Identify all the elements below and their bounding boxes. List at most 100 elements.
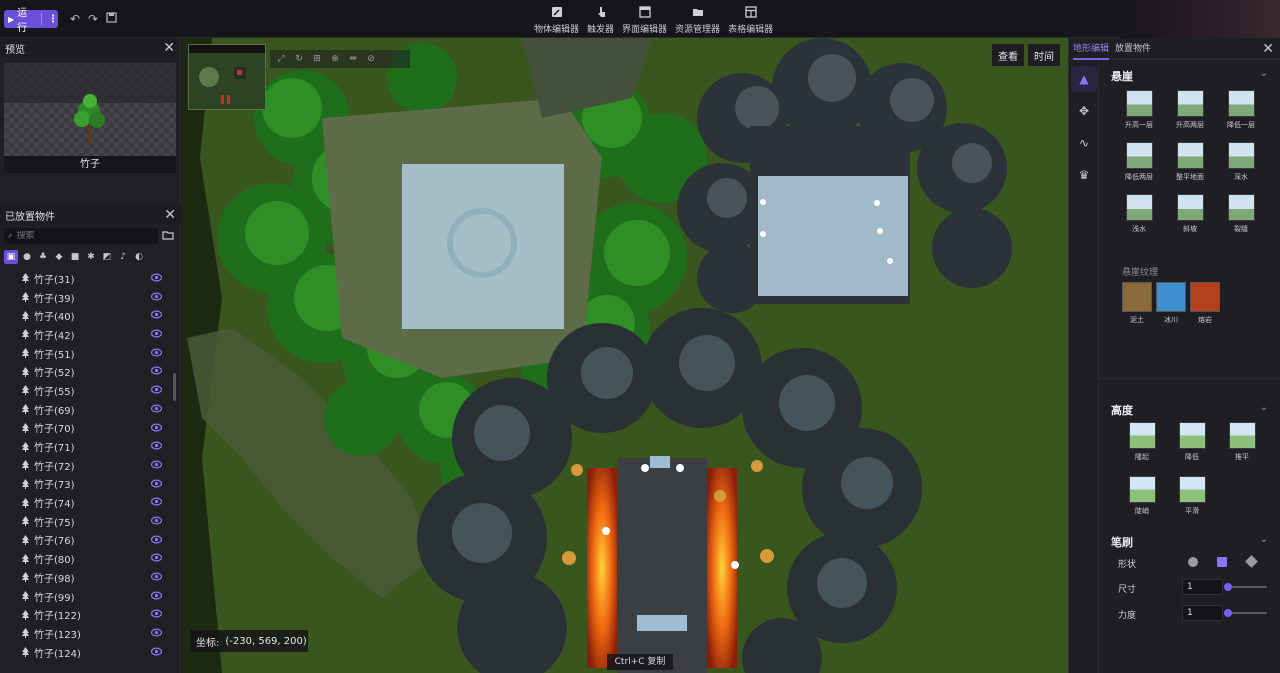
eye-icon[interactable] <box>150 553 163 562</box>
height-tool-button[interactable]: 隆起 <box>1120 422 1164 462</box>
list-item[interactable]: 竹子(122) <box>0 605 172 624</box>
move-icon[interactable]: ✥ <box>1071 98 1097 124</box>
effect-filter-icon[interactable]: ✱ <box>84 250 98 264</box>
cliff-tool-button[interactable]: 浅水 <box>1117 194 1161 234</box>
tree-filter-icon[interactable]: ♣ <box>36 250 50 264</box>
eye-icon[interactable] <box>150 497 163 506</box>
fullscreen-icon[interactable]: ⤢ <box>274 52 288 66</box>
list-item[interactable]: 竹子(71) <box>0 437 172 456</box>
eye-icon[interactable] <box>150 441 163 450</box>
hide-icon[interactable]: ⊘ <box>364 52 378 66</box>
list-scrollbar[interactable] <box>173 373 176 401</box>
undo-icon[interactable]: ↶ <box>68 12 82 26</box>
search-input[interactable] <box>16 231 137 241</box>
height-tool-button[interactable]: 平滑 <box>1170 476 1214 516</box>
light-filter-icon[interactable]: ◐ <box>132 250 146 264</box>
eye-icon[interactable] <box>150 479 163 488</box>
folder-icon[interactable] <box>162 229 174 241</box>
save-icon[interactable] <box>104 12 118 26</box>
eye-icon[interactable] <box>150 609 163 618</box>
list-item[interactable]: 竹子(73) <box>0 475 172 494</box>
slider-knob[interactable] <box>1224 583 1232 591</box>
list-item[interactable]: 竹子(70) <box>0 419 172 438</box>
diamond-shape-icon[interactable] <box>1245 555 1258 568</box>
cliff-tool-button[interactable]: 斜坡 <box>1168 194 1212 234</box>
tab-terrain-edit[interactable]: 地形编辑 <box>1073 38 1110 60</box>
close-icon[interactable]: ✕ <box>1262 41 1274 57</box>
chevron-down-icon[interactable]: ⌄ <box>1260 68 1268 79</box>
redo-icon[interactable]: ↷ <box>86 12 100 26</box>
list-item[interactable]: 竹子(75) <box>0 512 172 531</box>
list-item[interactable]: 竹子(123) <box>0 624 172 643</box>
strength-input[interactable]: 1 <box>1182 605 1223 621</box>
height-tool-button[interactable]: 降低 <box>1170 422 1214 462</box>
slider-knob[interactable] <box>1224 609 1232 617</box>
table-editor-button[interactable]: 表格编辑器 <box>724 2 777 35</box>
eye-icon[interactable] <box>150 404 163 413</box>
list-item[interactable]: 竹子(99) <box>0 587 172 606</box>
eye-icon[interactable] <box>150 628 163 637</box>
crown-icon[interactable]: ♛ <box>1071 162 1097 188</box>
mountain-icon[interactable]: ▲ <box>1071 66 1097 92</box>
cliff-tool-button[interactable]: 降低一层 <box>1219 90 1263 130</box>
item-filter-icon[interactable]: ◆ <box>52 250 66 264</box>
more-vertical-icon[interactable]: ⋮ <box>48 14 58 25</box>
eye-icon[interactable] <box>150 647 163 656</box>
list-item[interactable]: 竹子(55) <box>0 381 172 400</box>
search-field[interactable]: ⌕ <box>4 228 158 244</box>
cliff-tool-button[interactable]: 升高一层 <box>1117 90 1161 130</box>
eye-icon[interactable] <box>150 310 163 319</box>
list-item[interactable]: 竹子(52) <box>0 362 172 381</box>
grid-icon[interactable]: ⊞ <box>310 52 324 66</box>
size-slider[interactable] <box>1224 583 1267 591</box>
list-item[interactable]: 竹子(74) <box>0 493 172 512</box>
chevron-down-icon[interactable]: ⌄ <box>1260 402 1268 413</box>
run-button[interactable]: ▶ 运行 ⋮ <box>4 8 58 34</box>
strength-slider[interactable] <box>1224 609 1267 617</box>
circle-shape-icon[interactable] <box>1188 557 1198 567</box>
minimap[interactable] <box>188 44 266 110</box>
eye-icon[interactable] <box>150 572 163 581</box>
eye-icon[interactable] <box>150 273 163 282</box>
region-filter-icon[interactable]: ◩ <box>100 250 114 264</box>
eye-icon[interactable] <box>150 535 163 544</box>
cliff-tool-button[interactable]: 深水 <box>1219 142 1263 182</box>
cliff-tool-button[interactable]: 裂缝 <box>1219 194 1263 234</box>
list-item[interactable]: 竹子(51) <box>0 344 172 363</box>
cliff-tool-button[interactable]: 整平地面 <box>1168 142 1212 182</box>
all-filter-icon[interactable]: ▣ <box>4 250 18 264</box>
list-item[interactable]: 竹子(42) <box>0 325 172 344</box>
list-item[interactable]: 竹子(69) <box>0 400 172 419</box>
eye-icon[interactable] <box>150 329 163 338</box>
trigger-editor-button[interactable]: 触发器 <box>583 2 618 35</box>
eye-icon[interactable] <box>150 516 163 525</box>
target-icon[interactable]: ⊕ <box>328 52 342 66</box>
scene-viewport[interactable]: ⤢ ↻ ⊞ ⊕ ⇹ ⊘ 查看 时间 坐标: (-230, 569, 200) C… <box>182 38 1068 673</box>
texture-swatch[interactable]: 冰川 <box>1155 282 1187 325</box>
close-icon[interactable]: ✕ <box>164 208 176 222</box>
size-input[interactable]: 1 <box>1182 579 1223 595</box>
list-item[interactable]: 竹子(124) <box>0 643 172 662</box>
eye-icon[interactable] <box>150 422 163 432</box>
height-tool-button[interactable]: 推平 <box>1220 422 1264 462</box>
list-item[interactable]: 竹子(98) <box>0 568 172 587</box>
sound-filter-icon[interactable]: ♪ <box>116 250 130 264</box>
texture-swatch[interactable]: 泥土 <box>1121 282 1153 325</box>
object-editor-button[interactable]: 物体编辑器 <box>530 2 583 35</box>
list-item[interactable]: 竹子(40) <box>0 306 172 325</box>
eye-icon[interactable] <box>150 348 163 357</box>
eye-icon[interactable] <box>150 591 163 600</box>
asset-manager-button[interactable]: 资源管理器 <box>671 2 724 35</box>
texture-swatch[interactable]: 熔岩 <box>1189 282 1221 325</box>
list-item[interactable]: 竹子(39) <box>0 288 172 307</box>
eye-icon[interactable] <box>150 366 163 375</box>
unit-filter-icon[interactable]: ● <box>20 250 34 264</box>
eye-icon[interactable] <box>150 460 163 469</box>
view-button[interactable]: 查看 <box>992 44 1024 66</box>
square-shape-icon[interactable] <box>1217 557 1227 567</box>
split-icon[interactable]: ⇹ <box>346 52 360 66</box>
eye-icon[interactable] <box>150 292 163 301</box>
ui-editor-button[interactable]: 界面编辑器 <box>618 2 671 35</box>
cliff-tool-button[interactable]: 降低两层 <box>1117 142 1161 182</box>
tab-place-objects[interactable]: 放置物件 <box>1115 38 1151 60</box>
